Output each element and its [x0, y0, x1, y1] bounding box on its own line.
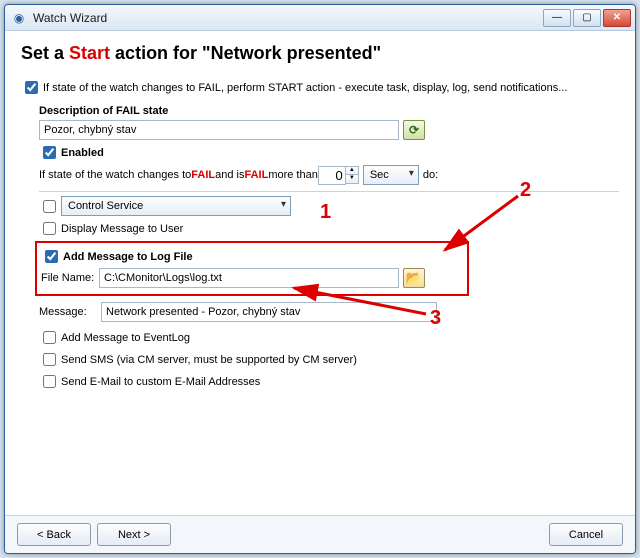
callout-3: 3 — [430, 307, 441, 330]
callout-2: 2 — [520, 179, 531, 202]
heading-suffix: " — [373, 43, 382, 63]
file-name-input[interactable] — [99, 268, 399, 288]
heading-mid: action for " — [110, 43, 211, 63]
description-input[interactable] — [39, 120, 399, 140]
enable-start-action-checkbox[interactable] — [25, 81, 38, 94]
cond-fail-2: FAIL — [244, 169, 268, 181]
sms-checkbox[interactable] — [43, 353, 56, 366]
cond-text-3: more than — [268, 169, 318, 181]
threshold-unit-select[interactable]: Sec — [363, 165, 419, 185]
message-input[interactable] — [101, 302, 437, 322]
spin-up[interactable]: ▲ — [345, 166, 359, 175]
message-label: Message: — [39, 306, 101, 318]
enabled-label: Enabled — [61, 147, 104, 159]
refresh-icon: ⟳ — [409, 123, 419, 137]
cond-text-2: and is — [215, 169, 244, 181]
heading-start: Start — [69, 43, 110, 63]
action-select[interactable]: Control Service — [61, 196, 291, 216]
divider — [39, 191, 619, 192]
window-title: Watch Wizard — [33, 11, 543, 25]
next-button[interactable]: Next > — [97, 523, 171, 546]
description-label: Description of FAIL state — [39, 105, 168, 117]
app-icon: ◉ — [11, 10, 27, 26]
minimize-button[interactable]: — — [543, 9, 571, 27]
titlebar: ◉ Watch Wizard — ▢ ✕ — [5, 5, 635, 31]
display-message-checkbox[interactable] — [43, 222, 56, 235]
file-name-label: File Name: — [41, 272, 99, 284]
cond-fail-1: FAIL — [191, 169, 215, 181]
callout-1: 1 — [320, 201, 331, 224]
heading-watchname: Network presented — [211, 43, 373, 63]
refresh-description-button[interactable]: ⟳ — [403, 120, 425, 140]
cancel-button[interactable]: Cancel — [549, 523, 623, 546]
display-message-label: Display Message to User — [61, 223, 183, 235]
heading-prefix: Set a — [21, 43, 69, 63]
email-label: Send E-Mail to custom E-Mail Addresses — [61, 376, 260, 388]
sms-label: Send SMS (via CM server, must be support… — [61, 354, 357, 366]
enabled-checkbox[interactable] — [43, 146, 56, 159]
add-log-checkbox[interactable] — [45, 250, 58, 263]
action-select-value: Control Service — [68, 200, 143, 212]
cond-do: do: — [423, 169, 438, 181]
close-button[interactable]: ✕ — [603, 9, 631, 27]
eventlog-checkbox[interactable] — [43, 331, 56, 344]
threshold-unit-value: Sec — [370, 169, 389, 181]
footer: < Back Next > Cancel — [5, 515, 635, 553]
maximize-button[interactable]: ▢ — [573, 9, 601, 27]
page-title: Set a Start action for "Network presente… — [21, 43, 619, 64]
add-log-label: Add Message to Log File — [63, 251, 193, 263]
email-checkbox[interactable] — [43, 375, 56, 388]
cond-text-1: If state of the watch changes to — [39, 169, 191, 181]
back-button[interactable]: < Back — [17, 523, 91, 546]
browse-file-button[interactable]: 📂 — [403, 268, 425, 288]
enable-start-action-label: If state of the watch changes to FAIL, p… — [43, 82, 567, 94]
control-service-checkbox[interactable] — [43, 200, 56, 213]
eventlog-label: Add Message to EventLog — [61, 332, 190, 344]
content-area: Set a Start action for "Network presente… — [5, 31, 635, 515]
spin-down[interactable]: ▼ — [345, 175, 359, 184]
threshold-count-input[interactable] — [318, 166, 346, 185]
folder-open-icon: 📂 — [406, 270, 422, 286]
add-log-highlight-box: Add Message to Log File File Name: 📂 — [35, 241, 469, 296]
wizard-window: ◉ Watch Wizard — ▢ ✕ Set a Start action … — [4, 4, 636, 554]
